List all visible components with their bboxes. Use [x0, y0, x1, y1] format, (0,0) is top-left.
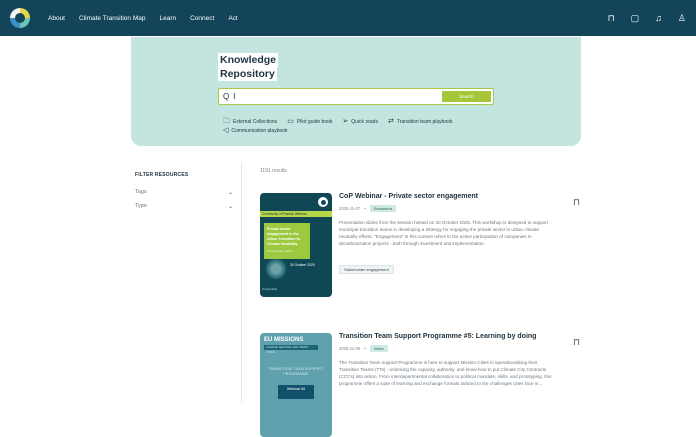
thumb-programme: TRANSITION TEAM SUPPORT PROGRAMME [268, 367, 324, 376]
thumb-foot: Community [262, 287, 278, 291]
column-divider [241, 163, 242, 403]
thumb-headline-box: Private sector engagement in the Urban T… [264, 223, 310, 259]
type-badge: Document [369, 205, 396, 212]
user-icon[interactable]: ♙ [678, 13, 686, 23]
result-thumbnail[interactable]: EU MISSIONS CLIMATE-NEUTRAL AND SMART CI… [260, 333, 332, 437]
meta-separator: • [364, 206, 366, 211]
quick-link-label: Pilot guide book [296, 118, 333, 125]
quick-link-pilot-guide-book[interactable]: ▭ Pilot guide book [287, 118, 332, 125]
search-button[interactable]: Search [442, 91, 491, 102]
quick-links: 🗀 External Collections ▭ Pilot guide boo… [223, 117, 453, 135]
nav-learn[interactable]: Learn [159, 15, 176, 22]
book-icon: ▭ [287, 118, 294, 125]
result-title[interactable]: CoP Webinar - Private sector engagement [339, 193, 478, 200]
chat-icon[interactable]: ▢ [631, 13, 640, 23]
quick-link-label: Communication playbook [231, 127, 288, 134]
filter-heading: FILTER RESOURCES [135, 172, 189, 178]
filter-type[interactable]: Type ⌄ [135, 203, 233, 210]
title-line-1: Knowledge [218, 53, 279, 67]
main-nav: About Climate Transition Map Learn Conne… [48, 15, 238, 22]
thumb-date: 30 October 2025 [290, 263, 315, 267]
nav-connect[interactable]: Connect [190, 15, 214, 22]
result-date: 2025-11-07 [339, 206, 361, 211]
folder-icon: 🗀 [223, 118, 230, 125]
result-description: The Transition Team support Programme is… [339, 360, 552, 386]
topic-tag[interactable]: Stakeholder engagement [339, 265, 394, 274]
result-title[interactable]: Transition Team Support Programme #5: Le… [339, 333, 536, 340]
result-date: 2025-11-06 [339, 346, 361, 351]
megaphone-icon: ◁ [223, 127, 229, 134]
netzerocities-logo[interactable] [10, 8, 30, 28]
search-icon: Q [223, 92, 230, 101]
search-input[interactable]: Q I Search [218, 88, 494, 105]
thumb-eubar: CLIMATE-NEUTRAL AND SMART CITIES [264, 345, 318, 354]
filter-tags[interactable]: Tags ⌄ [135, 189, 233, 196]
quick-link-label: Transition team playbook [396, 118, 453, 125]
quick-link-transition-team-playbook[interactable]: ⇄ Transition team playbook [388, 118, 453, 125]
chevron-down-icon: ⌄ [227, 204, 233, 210]
nav-about[interactable]: About [48, 15, 65, 22]
quick-link-quick-reads[interactable]: ➢ Quick reads [342, 118, 378, 125]
search-value: I [233, 92, 236, 101]
bookmark-icon[interactable]: ⊓ [573, 337, 580, 348]
logo-icon [318, 197, 328, 207]
title-line-2: Repository [218, 67, 277, 81]
result-meta: 2025-11-07 • Document [339, 205, 396, 212]
nav-act[interactable]: Act [228, 15, 237, 22]
nav-icons: ⊓ ▢ ♫ ♙ [608, 13, 686, 23]
page-title: Knowledge Repository [218, 53, 279, 81]
thumb-band: Community of Practice Webinar [260, 211, 332, 217]
quick-link-external-collections[interactable]: 🗀 External Collections [223, 118, 277, 125]
type-badge: Video [369, 345, 388, 352]
thumb-eu: EU MISSIONS [264, 337, 304, 343]
quick-link-communication-playbook[interactable]: ◁ Communication playbook [223, 127, 288, 134]
bookmark-icon[interactable]: ⊓ [608, 13, 615, 23]
decorative-shape [266, 259, 286, 279]
thumb-webinar: Webinar #5 [278, 385, 314, 399]
chevron-down-icon: ⌄ [227, 190, 233, 196]
meta-separator: • [364, 346, 366, 351]
result-description: Presentation slides from the session hos… [339, 220, 549, 246]
send-icon: ➢ [342, 118, 349, 125]
filter-label: Tags [135, 189, 147, 195]
result-thumbnail[interactable]: Community of Practice Webinar Private se… [260, 193, 332, 297]
results-count: 1191 results [260, 168, 287, 174]
bookmark-icon[interactable]: ⊓ [573, 197, 580, 208]
filter-label: Type [135, 203, 147, 209]
quick-link-label: Quick reads [351, 118, 378, 125]
route-icon: ⇄ [387, 118, 394, 125]
thumb-headline: Private sector engagement in the Urban T… [267, 227, 300, 246]
nav-climate-transition-map[interactable]: Climate Transition Map [79, 15, 145, 22]
thumb-sub: Presentation slides [267, 249, 293, 253]
result-meta: 2025-11-06 • Video [339, 345, 388, 352]
bell-icon[interactable]: ♫ [655, 13, 662, 23]
top-nav-bar: About Climate Transition Map Learn Conne… [0, 0, 696, 36]
quick-link-label: External Collections [233, 118, 278, 125]
